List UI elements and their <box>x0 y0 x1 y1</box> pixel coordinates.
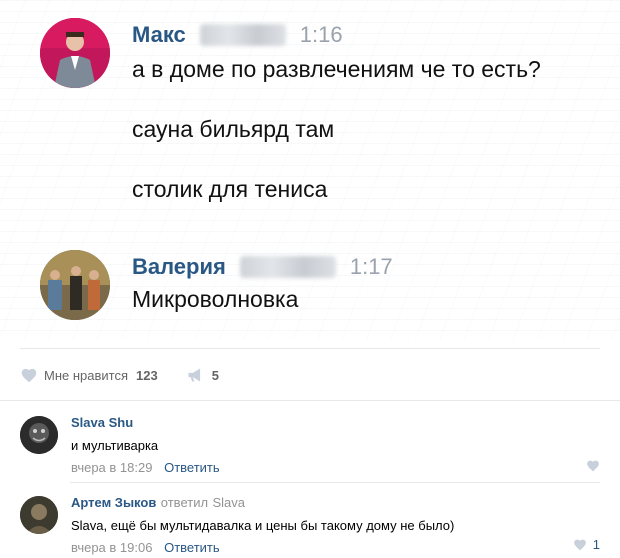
like-button[interactable]: Мне нравится 123 <box>20 367 158 383</box>
share-count: 5 <box>211 367 219 383</box>
replied-label: ответил <box>160 495 209 510</box>
message-text: Микроволновка <box>132 286 299 312</box>
heart-icon <box>587 460 599 472</box>
avatar-photo-icon <box>40 250 110 320</box>
avatar[interactable] <box>20 416 58 454</box>
sender-name: Макс <box>132 22 186 47</box>
message-time: 1:17 <box>349 254 393 279</box>
avatar[interactable] <box>20 496 58 534</box>
avatar-photo-icon <box>40 18 110 88</box>
message-text: сауна бильярд там <box>132 116 335 142</box>
share-button[interactable]: 5 <box>186 367 219 383</box>
comment: Артем Зыков ответил Slava Slava, ещё бы … <box>20 494 600 555</box>
reply-to-link[interactable]: Slava <box>213 495 246 510</box>
chat-message-maks: Макс 1:16 а в доме по развлечениям че то… <box>40 18 600 218</box>
message-text: столик для тениса <box>132 176 328 202</box>
megaphone-icon <box>188 368 200 382</box>
divider <box>0 400 620 401</box>
post-actions: Мне нравится 123 5 <box>20 364 219 386</box>
comment-author[interactable]: Slava Shu <box>71 414 600 432</box>
comment-like-count: 1 <box>592 537 600 552</box>
blurred-surname <box>239 256 336 278</box>
like-label: Мне нравится <box>44 367 129 383</box>
reply-button[interactable]: Ответить <box>164 460 220 475</box>
comment-text: Slava, ещё бы мультидавалка и цены бы та… <box>71 518 455 533</box>
sender-name: Валерия <box>132 254 226 279</box>
comment-date[interactable]: вчера в 19:06 <box>71 540 152 555</box>
reply-button[interactable]: Ответить <box>164 540 220 555</box>
message-text: а в доме по развлечениям че то есть? <box>132 56 541 82</box>
chat-message-valeria: Валерия 1:17 Микроволновка <box>40 250 600 330</box>
blurred-surname <box>199 24 286 46</box>
like-count: 123 <box>136 367 158 383</box>
comment-author[interactable]: Артем Зыков <box>71 495 156 510</box>
avatar-photo-icon <box>20 416 58 454</box>
message-time: 1:16 <box>299 22 343 47</box>
chat-screenshot: Макс 1:16 а в доме по развлечениям че то… <box>0 0 620 340</box>
comment-date[interactable]: вчера в 18:29 <box>71 460 152 475</box>
divider <box>20 348 600 349</box>
avatar <box>40 18 110 88</box>
comment: Slava Shu и мультиварка вчера в 18:29 От… <box>20 414 600 475</box>
comment-like-button[interactable]: 1 <box>573 537 600 552</box>
comment-text: и мультиварка <box>71 438 159 453</box>
avatar <box>40 250 110 320</box>
avatar-photo-icon <box>20 496 58 534</box>
heart-icon <box>21 368 37 383</box>
divider <box>70 482 600 483</box>
heart-icon <box>573 539 586 551</box>
comment-like-button[interactable] <box>586 459 600 472</box>
